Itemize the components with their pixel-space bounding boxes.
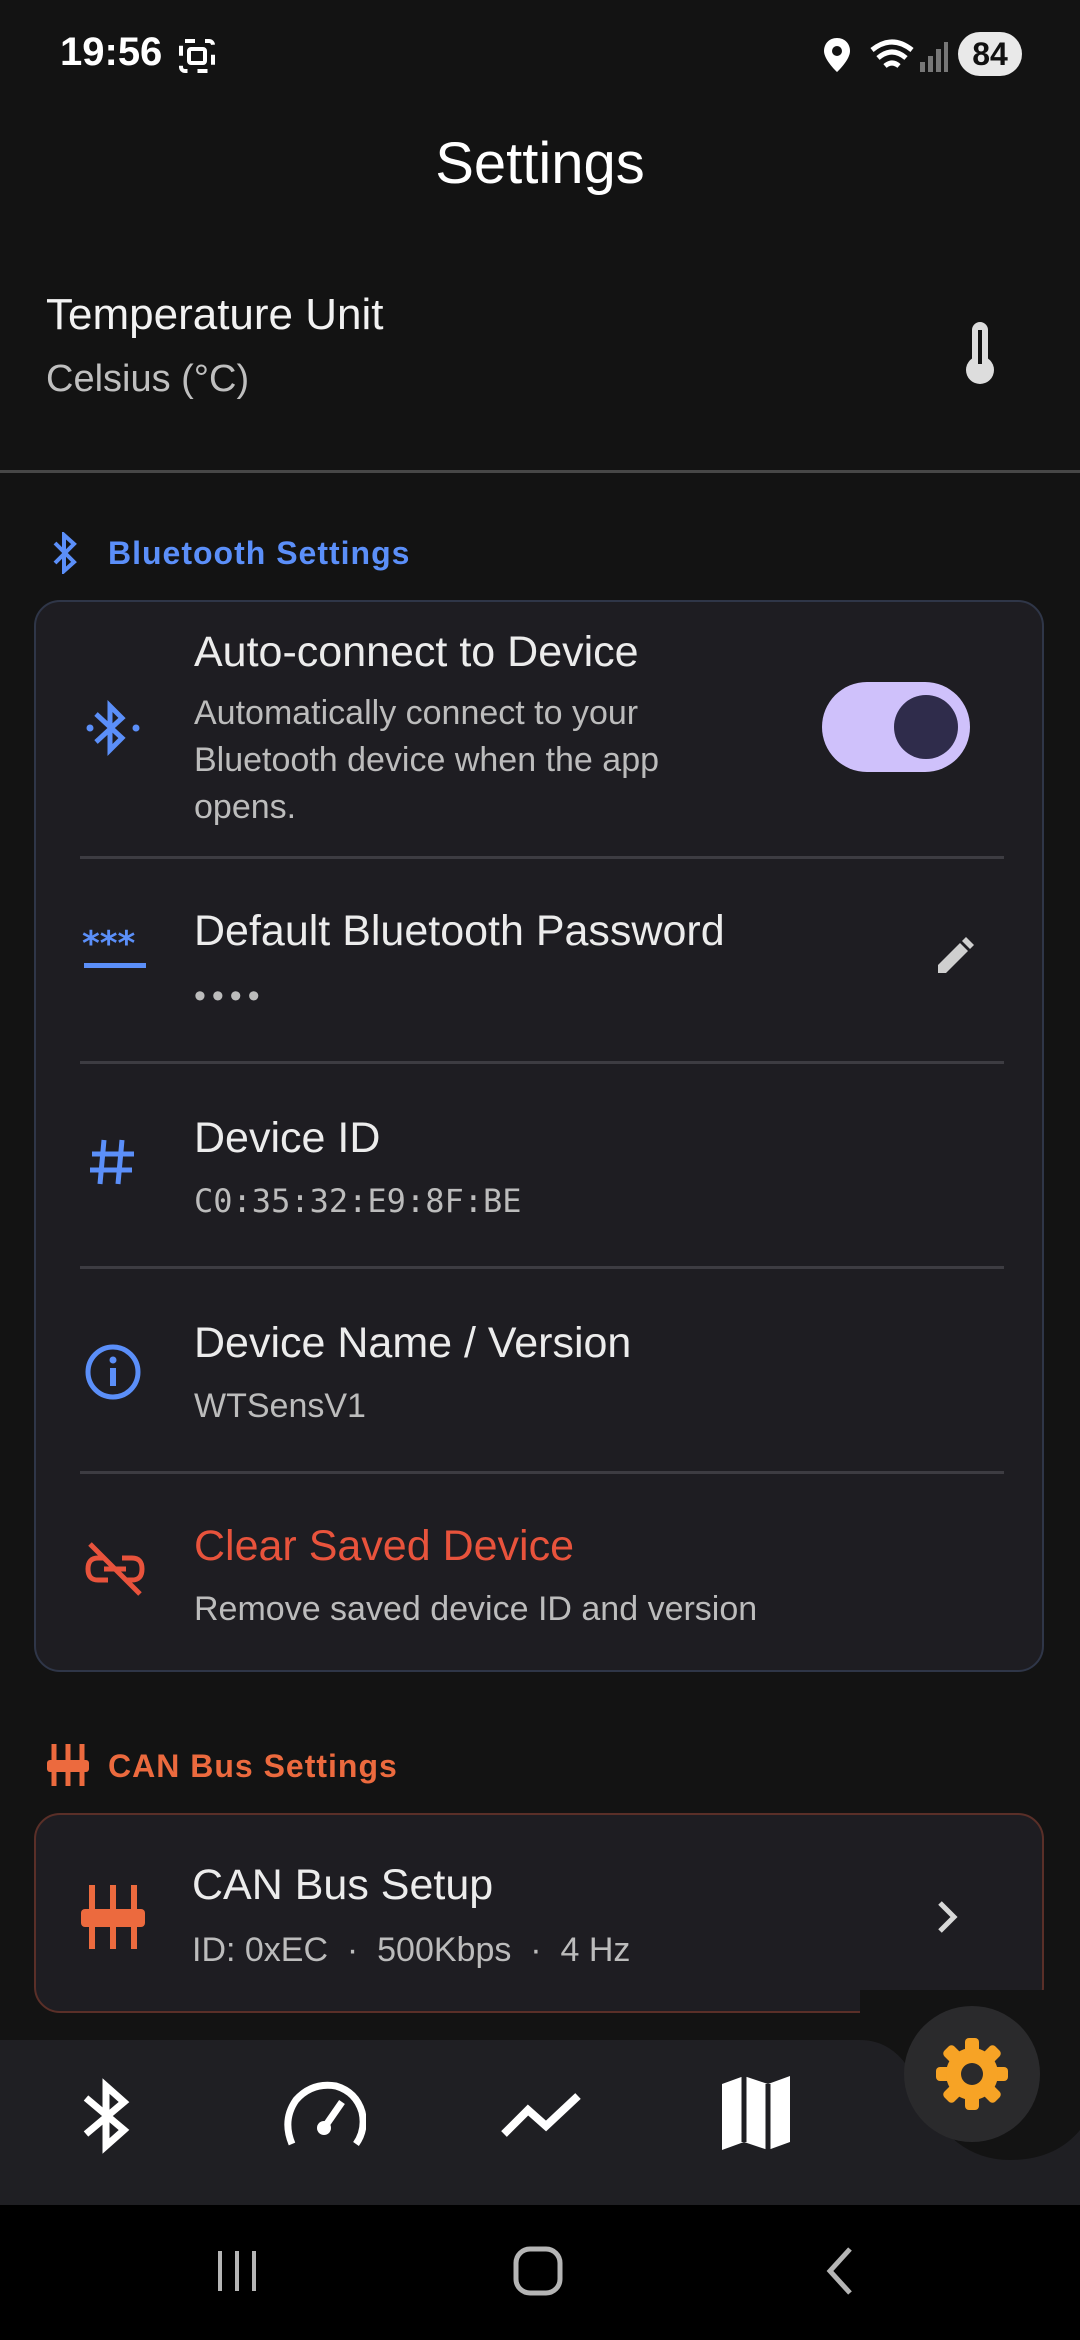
temperature-unit-value: Celsius (°C) (46, 358, 250, 400)
default-password-title: Default Bluetooth Password (194, 907, 725, 955)
auto-connect-description-line: opens. (194, 788, 297, 826)
can-bus-setup-row[interactable]: CAN Bus Setup ID: 0xEC · 500Kbps · 4 Hz (34, 1813, 1044, 2013)
bluetooth-icon[interactable] (72, 2078, 140, 2154)
auto-connect-description-line: Bluetooth device when the app (194, 741, 660, 779)
system-navigation-bar (0, 2205, 1080, 2340)
bluetooth-settings-heading: Bluetooth Settings (108, 535, 411, 571)
back-icon[interactable] (822, 2245, 858, 2297)
wifi-icon (870, 39, 914, 68)
device-name-row: Device Name / Version WTSensV1 (36, 1269, 1042, 1471)
device-id-row: Device ID C0:35:32:E9:8F:BE (36, 1064, 1042, 1266)
divider (0, 470, 1080, 473)
signal-icon (920, 42, 948, 72)
can-bus-icon (81, 1885, 145, 1949)
temperature-unit-row[interactable]: Temperature Unit Celsius (°C) (0, 270, 1080, 420)
thermometer-icon (966, 322, 994, 384)
link-off-icon (85, 1542, 145, 1596)
info-icon (85, 1344, 141, 1400)
temperature-unit-title: Temperature Unit (46, 290, 384, 339)
bluetooth-settings-card: Auto-connect to Device Automatically con… (34, 600, 1044, 1672)
can-bus-setup-title: CAN Bus Setup (192, 1861, 494, 1909)
svg-text:***: *** (82, 927, 136, 964)
map-icon[interactable] (718, 2074, 794, 2152)
toggle-knob (894, 695, 958, 759)
clear-saved-device-description: Remove saved device ID and version (194, 1590, 758, 1628)
device-name-value: WTSensV1 (194, 1387, 366, 1425)
default-password-value: •••• (194, 977, 266, 1015)
default-password-row[interactable]: *** Default Bluetooth Password •••• (36, 859, 1042, 1061)
location-icon (824, 38, 850, 72)
bottom-navigation (0, 1990, 1080, 2205)
can-bus-icon (47, 1744, 89, 1786)
auto-connect-toggle[interactable] (822, 682, 970, 772)
clear-saved-device-row[interactable]: Clear Saved Device Remove saved device I… (36, 1474, 1042, 1670)
screenshot-icon (179, 39, 215, 73)
settings-icon (936, 2038, 1008, 2110)
bluetooth-icon (53, 532, 77, 574)
auto-connect-description-line: Automatically connect to your (194, 694, 639, 732)
auto-connect-description: Automatically connect to your Bluetooth … (194, 690, 754, 831)
hash-icon (90, 1139, 134, 1185)
auto-connect-row[interactable]: Auto-connect to Device Automatically con… (36, 602, 1042, 856)
password-icon: *** (82, 927, 146, 968)
can-bus-setup-summary: ID: 0xEC · 500Kbps · 4 Hz (192, 1931, 631, 1969)
edit-icon[interactable] (932, 935, 976, 979)
page-title: Settings (435, 131, 645, 196)
settings-tab-active[interactable] (904, 2006, 1040, 2142)
clear-saved-device-title: Clear Saved Device (194, 1522, 575, 1570)
status-time: 19:56 (60, 30, 163, 74)
recents-icon[interactable] (214, 2249, 260, 2293)
auto-connect-title: Auto-connect to Device (194, 628, 639, 676)
chart-line-icon[interactable] (500, 2090, 584, 2140)
bluetooth-searching-icon (86, 699, 140, 757)
chevron-right-icon (938, 1901, 958, 1933)
can-bus-settings-heading: CAN Bus Settings (108, 1748, 398, 1784)
home-icon[interactable] (512, 2245, 564, 2297)
battery-icon: 84 (958, 32, 1022, 76)
battery-level: 84 (972, 35, 1008, 72)
device-name-title: Device Name / Version (194, 1319, 632, 1367)
device-id-title: Device ID (194, 1114, 381, 1162)
device-id-value: C0:35:32:E9:8F:BE (194, 1182, 522, 1220)
speedometer-icon[interactable] (282, 2078, 366, 2150)
